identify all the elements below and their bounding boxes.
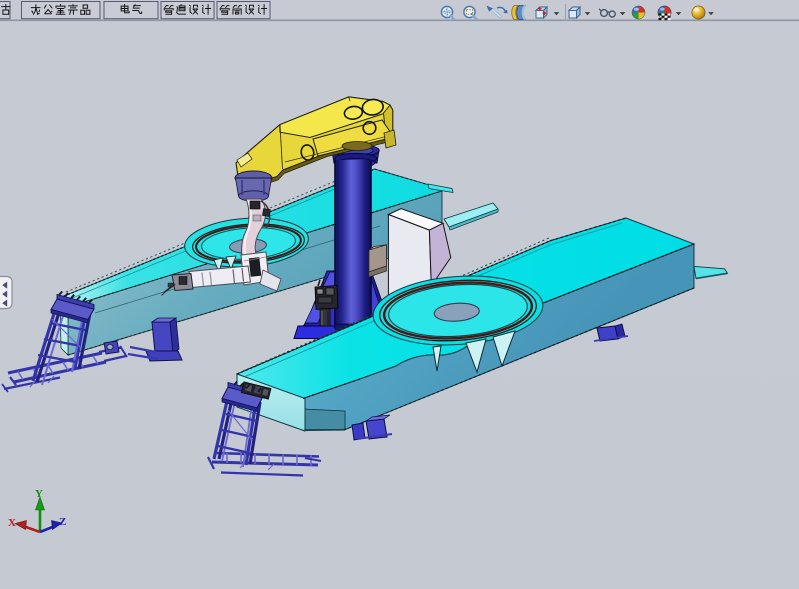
svg-text:Y: Y: [35, 488, 43, 500]
svg-text:X: X: [8, 517, 16, 529]
svg-text:Z: Z: [59, 516, 66, 528]
